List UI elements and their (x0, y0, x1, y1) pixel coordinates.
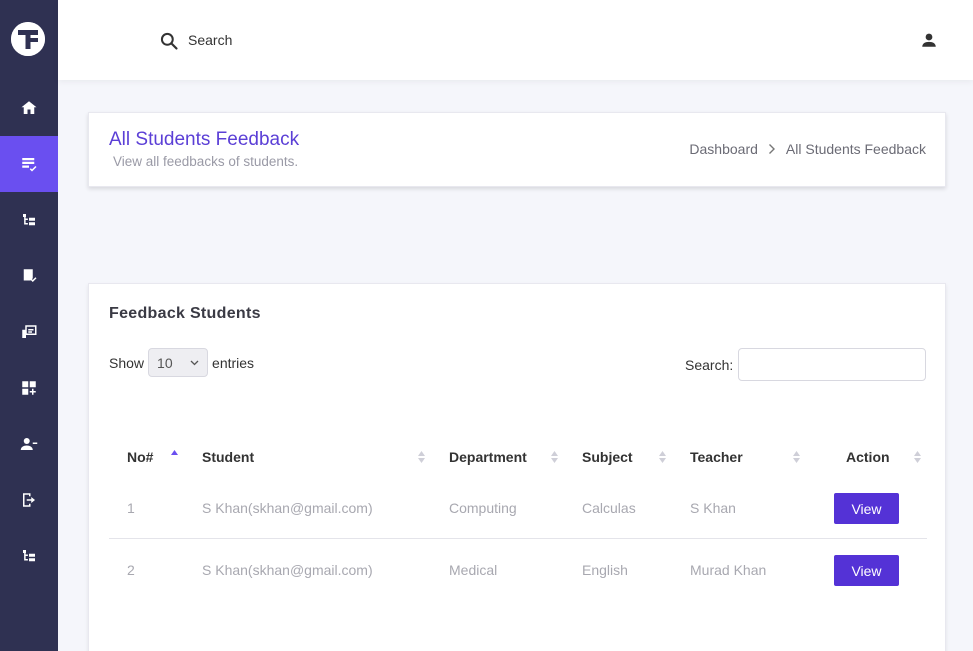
cell-no: 1 (127, 500, 135, 516)
logout-icon (23, 493, 35, 507)
entries-select[interactable]: 10 (148, 348, 209, 377)
column-header-student[interactable]: Student (202, 440, 254, 474)
column-header-no[interactable]: No# (127, 440, 153, 474)
chevron-down-icon (190, 360, 199, 365)
sidebar-item-presentations[interactable] (0, 304, 58, 360)
table-row: 1 S Khan(skhan@gmail.com) Computing Calc… (109, 477, 927, 539)
feedback-icon (22, 158, 37, 172)
view-button[interactable]: View (834, 493, 899, 524)
table-row: 2 S Khan(skhan@gmail.com) Medical Englis… (109, 539, 927, 601)
entries-select-value: 10 (157, 354, 173, 371)
search-icon[interactable] (159, 31, 179, 51)
sidebar-item-hierarchy-2[interactable] (0, 528, 58, 584)
hierarchy-icon (23, 550, 35, 562)
view-button[interactable]: View (834, 555, 899, 586)
sort-icon[interactable] (658, 449, 667, 465)
sort-icon[interactable] (550, 449, 559, 465)
search-input[interactable] (188, 28, 488, 52)
home-icon (21, 101, 37, 114)
sort-icon[interactable] (792, 449, 801, 465)
book-icon (23, 269, 37, 282)
sidebar-item-courses[interactable] (0, 248, 58, 304)
apps-add-icon (22, 381, 36, 395)
page-subtitle: View all feedbacks of students. (113, 154, 299, 169)
top-bar (58, 0, 973, 80)
column-header-subject[interactable]: Subject (582, 440, 633, 474)
sidebar (0, 0, 58, 651)
sort-icon[interactable] (417, 449, 426, 465)
cell-department: Computing (449, 500, 517, 516)
cell-student: S Khan(skhan@gmail.com) (202, 500, 373, 516)
page-title: All Students Feedback (109, 129, 300, 150)
cell-department: Medical (449, 562, 498, 578)
sort-icon[interactable] (913, 449, 922, 465)
sidebar-item-home[interactable] (0, 80, 58, 136)
cell-teacher: S Khan (690, 500, 736, 516)
table-search-label: Search: (685, 356, 734, 373)
chevron-right-icon (768, 144, 775, 154)
sidebar-item-users[interactable] (0, 416, 58, 472)
user-profile-icon[interactable] (920, 31, 938, 49)
breadcrumb-item-current: All Students Feedback (785, 141, 926, 157)
breadcrumb-item-dashboard[interactable]: Dashboard (689, 141, 758, 157)
sidebar-item-apps[interactable] (0, 360, 58, 416)
cell-student: S Khan(skhan@gmail.com) (202, 562, 373, 578)
page-header-card: All Students Feedback View all feedbacks… (88, 112, 946, 187)
show-entries: Show 10 entries (109, 348, 254, 377)
feedback-table-card: Feedback Students Show 10 entries Search… (88, 283, 946, 651)
sidebar-item-hierarchy[interactable] (0, 192, 58, 248)
column-header-action[interactable]: Action (846, 440, 890, 474)
cell-teacher: Murad Khan (690, 562, 767, 578)
table-search-input[interactable] (738, 348, 927, 381)
sidebar-item-logout[interactable] (0, 472, 58, 528)
cell-subject: Calculas (582, 500, 636, 516)
table-search: Search: (685, 348, 927, 381)
presentation-icon (22, 325, 37, 338)
column-header-department[interactable]: Department (449, 440, 527, 474)
app-logo[interactable] (11, 22, 45, 56)
cell-no: 2 (127, 562, 135, 578)
sort-asc-icon[interactable] (170, 449, 179, 465)
hierarchy-icon (23, 214, 35, 226)
column-header-teacher[interactable]: Teacher (690, 440, 743, 474)
logo-mark-icon (11, 22, 45, 56)
breadcrumb: Dashboard All Students Feedback (689, 141, 926, 157)
cell-subject: English (582, 562, 628, 578)
sidebar-item-feedback[interactable] (0, 136, 58, 192)
card-title: Feedback Students (109, 305, 261, 322)
user-manage-icon (20, 438, 38, 450)
entries-label: entries (212, 354, 255, 371)
show-label: Show (109, 354, 145, 371)
